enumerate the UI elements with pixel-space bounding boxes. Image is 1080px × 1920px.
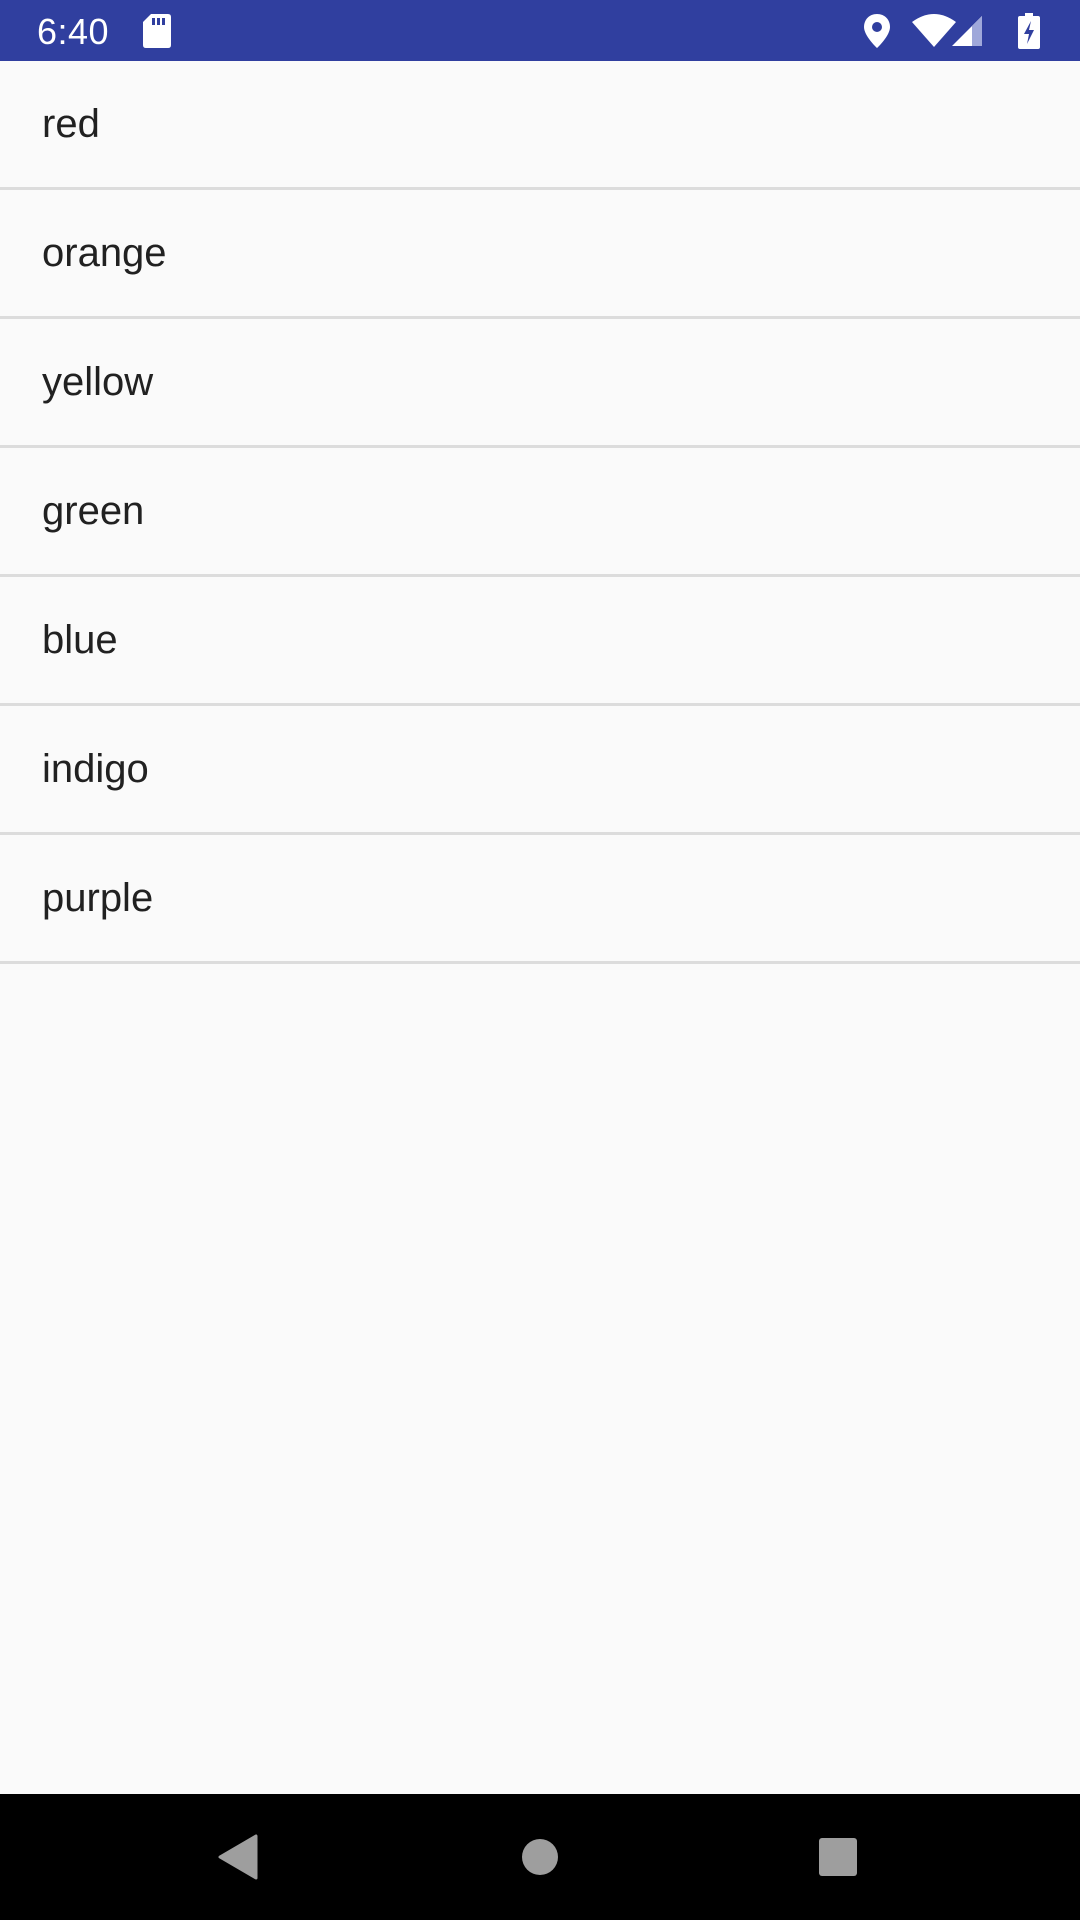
list-item-blue[interactable]: blue (0, 577, 1080, 706)
list-item-green[interactable]: green (0, 448, 1080, 577)
list-item-yellow[interactable]: yellow (0, 319, 1080, 448)
sd-card-icon (143, 14, 171, 48)
list-item-label: purple (42, 876, 154, 920)
home-icon (522, 1839, 558, 1875)
navigation-bar (0, 1794, 1080, 1920)
location-icon (862, 13, 892, 49)
status-bar: 6:40 (0, 0, 1080, 61)
list-item-label: indigo (42, 747, 149, 791)
recents-icon (819, 1838, 857, 1876)
list-item-red[interactable]: red (0, 61, 1080, 190)
list-item-purple[interactable]: purple (0, 835, 1080, 964)
list-item-label: yellow (42, 360, 154, 404)
recents-button[interactable] (778, 1794, 898, 1920)
list-item-label: blue (42, 618, 118, 662)
status-time: 6:40 (37, 11, 110, 52)
status-icons (820, 0, 1080, 61)
cell-signal-icon (950, 14, 984, 48)
home-button[interactable] (480, 1794, 600, 1920)
battery-charging-icon (1018, 13, 1040, 49)
list-item-indigo[interactable]: indigo (0, 706, 1080, 835)
screen: 6:40 red orange yellow green blue indigo… (0, 0, 1080, 1920)
list-item-label: green (42, 489, 145, 533)
color-list: red orange yellow green blue indigo purp… (0, 61, 1080, 964)
list-item-label: red (42, 102, 100, 146)
list-item-label: orange (42, 231, 167, 275)
back-button[interactable] (178, 1794, 298, 1920)
list-item-orange[interactable]: orange (0, 190, 1080, 319)
back-icon (218, 1834, 258, 1880)
